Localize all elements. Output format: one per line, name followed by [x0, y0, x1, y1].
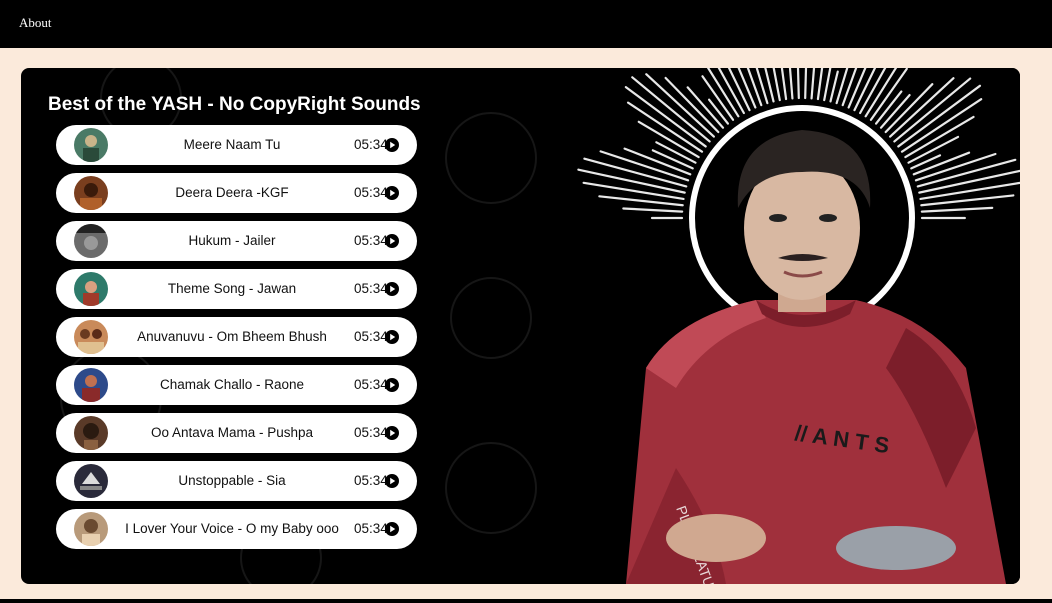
- song-duration: 05:34: [354, 425, 388, 440]
- album-cover-icon: [74, 128, 108, 162]
- album-cover-icon: [74, 464, 108, 498]
- song-duration: 05:34: [354, 377, 388, 392]
- play-circle-icon[interactable]: [385, 282, 399, 296]
- album-cover-icon: [74, 512, 108, 546]
- play-circle-icon[interactable]: [385, 186, 399, 200]
- song-item[interactable]: Chamak Challo - Raone 05:34: [56, 365, 417, 405]
- play-circle-icon[interactable]: [385, 138, 399, 152]
- album-cover-icon: [74, 272, 108, 306]
- song-duration: 05:34: [354, 185, 388, 200]
- song-item[interactable]: Deera Deera -KGF 05:34: [56, 173, 417, 213]
- song-duration: 05:34: [354, 329, 388, 344]
- song-name: Unstoppable - Sia: [178, 473, 286, 488]
- play-circle-icon[interactable]: [385, 330, 399, 344]
- play-circle-icon[interactable]: [385, 522, 399, 536]
- song-duration: 05:34: [354, 281, 388, 296]
- song-item[interactable]: I Lover Your Voice - O my Baby ooo 05:34: [56, 509, 417, 549]
- song-name: Anuvanuvu - Om Bheem Bhush: [137, 329, 327, 344]
- song-list: Meere Naam Tu 05:34 Deera Deera -KGF 05:…: [56, 125, 417, 557]
- song-duration: 05:34: [354, 473, 388, 488]
- song-item[interactable]: Meere Naam Tu 05:34: [56, 125, 417, 165]
- nav-about-link[interactable]: About: [19, 15, 52, 31]
- song-name: Meere Naam Tu: [183, 137, 281, 152]
- play-circle-icon[interactable]: [385, 426, 399, 440]
- song-duration: 05:34: [354, 521, 388, 536]
- song-duration: 05:34: [354, 137, 388, 152]
- song-item[interactable]: Hukum - Jailer 05:34: [56, 221, 417, 261]
- album-cover-icon: [74, 224, 108, 258]
- top-navbar: About: [0, 0, 1052, 48]
- song-name: I Lover Your Voice - O my Baby ooo: [125, 521, 339, 536]
- song-item[interactable]: Theme Song - Jawan 05:34: [56, 269, 417, 309]
- song-name: Deera Deera -KGF: [175, 185, 289, 200]
- song-name: Chamak Challo - Raone: [159, 377, 305, 392]
- song-name: Theme Song - Jawan: [167, 281, 297, 296]
- song-item[interactable]: Anuvanuvu - Om Bheem Bhush 05:34: [56, 317, 417, 357]
- album-cover-icon: [74, 368, 108, 402]
- song-duration: 05:34: [354, 233, 388, 248]
- artist-portrait-artwork: // A N T S PLUS FEATURE: [566, 68, 1020, 584]
- song-name: Hukum - Jailer: [188, 233, 276, 248]
- bottom-border: [0, 599, 1052, 603]
- play-circle-icon[interactable]: [385, 234, 399, 248]
- song-item[interactable]: Oo Antava Mama - Pushpa 05:34: [56, 413, 417, 453]
- playlist-title: Best of the YASH - No CopyRight Sounds: [48, 94, 421, 115]
- player-panel: Best of the YASH - No CopyRight Sounds M…: [21, 68, 1020, 584]
- album-cover-icon: [74, 320, 108, 354]
- play-circle-icon[interactable]: [385, 378, 399, 392]
- album-cover-icon: [74, 176, 108, 210]
- song-item[interactable]: Unstoppable - Sia 05:34: [56, 461, 417, 501]
- play-circle-icon[interactable]: [385, 474, 399, 488]
- album-cover-icon: [74, 416, 108, 450]
- song-name: Oo Antava Mama - Pushpa: [150, 425, 314, 440]
